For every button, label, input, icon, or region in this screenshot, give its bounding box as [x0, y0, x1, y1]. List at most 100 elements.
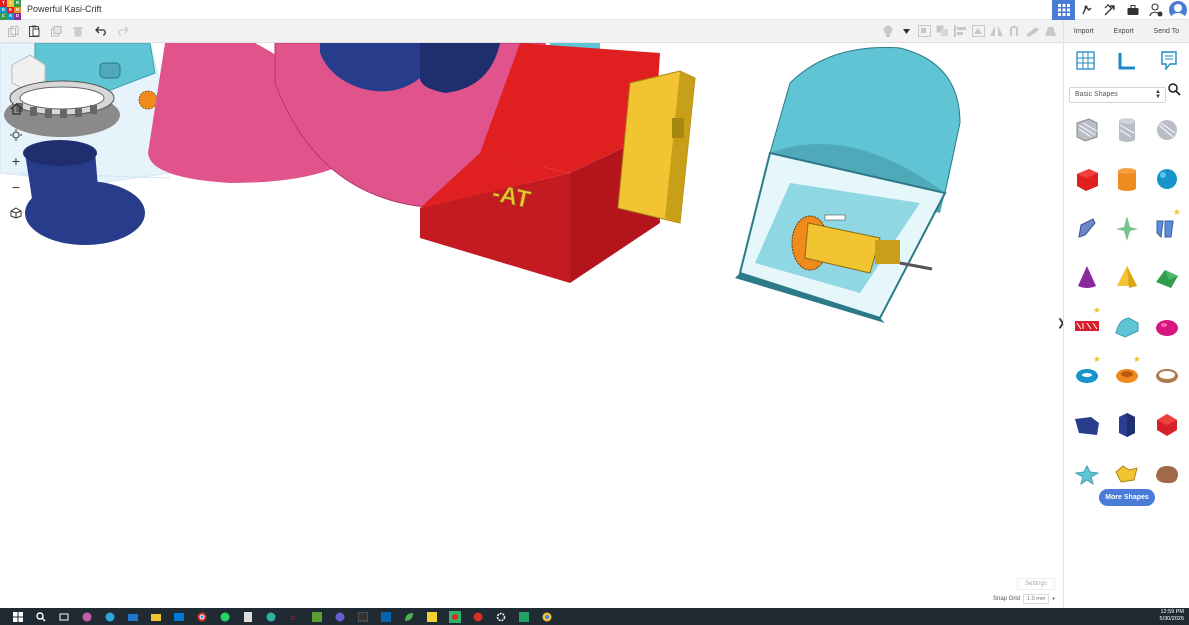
task-view-icon[interactable]: [52, 608, 75, 625]
shape-half-sphere-shape[interactable]: [1147, 302, 1187, 351]
settings-button[interactable]: Settings: [1017, 578, 1055, 590]
system-clock[interactable]: 12:59 PM 5/30/2026: [1160, 609, 1184, 623]
chrome-profile-icon[interactable]: [466, 608, 489, 625]
shape-roof-shape[interactable]: [1147, 253, 1187, 302]
shape-box-shape[interactable]: [1067, 155, 1107, 204]
shape-sphere-hole-shape[interactable]: [1147, 106, 1187, 155]
shape-category-select[interactable]: Basic Shapes ▲ ▼: [1069, 87, 1166, 103]
shape-wedge-shape[interactable]: [1067, 400, 1107, 449]
sticky-notes-icon[interactable]: [420, 608, 443, 625]
shape-sphere-shape[interactable]: [1147, 155, 1187, 204]
user-avatar[interactable]: [1169, 1, 1187, 19]
export-button[interactable]: Export: [1114, 28, 1134, 35]
ruler-icon[interactable]: [1025, 24, 1039, 38]
redo-icon[interactable]: [116, 25, 130, 37]
whatsapp-icon[interactable]: [213, 608, 236, 625]
workplane-icon[interactable]: [1043, 24, 1057, 38]
shape-cone-shape[interactable]: [1067, 253, 1107, 302]
rock-shape-icon: [1156, 465, 1178, 483]
shape-text-shape[interactable]: ★: [1147, 204, 1187, 253]
logo-letter: K: [0, 6, 7, 14]
duplicate-icon[interactable]: [49, 25, 63, 37]
cruise-icon[interactable]: [1007, 24, 1021, 38]
windows-start-icon[interactable]: [6, 608, 29, 625]
shape-scribble-shape[interactable]: [1067, 204, 1107, 253]
outlook-icon[interactable]: [374, 608, 397, 625]
delete-icon[interactable]: [71, 25, 85, 37]
grid-view-icon[interactable]: [1076, 51, 1095, 75]
minecraft-icon[interactable]: [305, 608, 328, 625]
leaf-app-icon[interactable]: [397, 608, 420, 625]
perspective-icon[interactable]: [7, 203, 25, 223]
tinkercad-logo[interactable]: T I N K E R C A D: [0, 0, 21, 20]
3d-design-view-icon[interactable]: [1052, 0, 1075, 20]
scene-3d[interactable]: -AT: [0, 43, 1062, 608]
file-explorer-icon[interactable]: [144, 608, 167, 625]
media-player-icon[interactable]: [328, 608, 351, 625]
settings-gear-icon[interactable]: [489, 608, 512, 625]
terminal-icon[interactable]: [351, 608, 374, 625]
wedge-shape-icon: [1075, 416, 1099, 435]
workplane-canvas[interactable]: -AT + − Settings Snap Grid 1.0 mm ▾: [0, 43, 1062, 608]
paste-icon[interactable]: [27, 25, 41, 37]
briefcase-icon[interactable]: [1121, 0, 1144, 20]
add-user-icon[interactable]: [1144, 0, 1167, 20]
shape-graph-shape[interactable]: [1107, 204, 1147, 253]
blocks-view-icon[interactable]: [1075, 0, 1098, 20]
shape-torus-shape[interactable]: ★: [1067, 351, 1107, 400]
zoom-out-icon[interactable]: −: [7, 177, 25, 197]
app-red-icon[interactable]: c: [282, 608, 305, 625]
align-icon[interactable]: [953, 24, 967, 38]
shape-tube-shape[interactable]: ★: [1107, 351, 1147, 400]
undo-icon[interactable]: [94, 25, 108, 37]
fit-view-icon[interactable]: [7, 125, 25, 145]
shape-box-hole-shape[interactable]: [1067, 106, 1107, 155]
logo-letter: C: [0, 13, 7, 20]
light-dropdown-icon[interactable]: [899, 24, 913, 38]
mail-icon[interactable]: [121, 608, 144, 625]
store-icon[interactable]: [167, 608, 190, 625]
svg-text:c: c: [291, 613, 295, 622]
chrome-icon[interactable]: [190, 608, 213, 625]
snap-grid-select[interactable]: 1.0 mm: [1023, 594, 1050, 604]
search-taskbar-icon[interactable]: [29, 608, 52, 625]
design-title[interactable]: Powerful Kasi-Crift: [27, 4, 102, 14]
shape-pyramid-shape[interactable]: [1107, 253, 1147, 302]
bricks-view-icon[interactable]: [1098, 0, 1121, 20]
mirror-icon[interactable]: [989, 24, 1003, 38]
light-bulb-icon[interactable]: [881, 24, 895, 38]
ungroup-icon[interactable]: [935, 24, 949, 38]
more-shapes-button[interactable]: More Shapes: [1099, 489, 1155, 506]
teams-icon[interactable]: [259, 608, 282, 625]
recorder-icon[interactable]: [443, 608, 466, 625]
edge-browser-icon[interactable]: [98, 608, 121, 625]
copy-icon[interactable]: [6, 25, 20, 37]
copilot-icon[interactable]: [75, 608, 98, 625]
shape-rock-shape[interactable]: [1147, 449, 1187, 498]
shape-icosahedron-shape[interactable]: [1147, 400, 1187, 449]
zoom-in-icon[interactable]: +: [7, 151, 25, 171]
shape-ring-shape[interactable]: [1147, 351, 1187, 400]
snap-grid-control: Snap Grid 1.0 mm ▾: [993, 594, 1055, 604]
clock-date: 5/30/2026: [1159, 616, 1184, 622]
group-icon[interactable]: [917, 24, 931, 38]
select-arrows-icon: ▲ ▼: [1155, 89, 1161, 100]
shape-text-3d-shape[interactable]: ★: [1067, 302, 1107, 351]
shape-round-roof-shape[interactable]: [1107, 302, 1147, 351]
panel-view-icons: [1064, 51, 1189, 75]
chevron-down-icon[interactable]: ▾: [1052, 596, 1055, 602]
edit-toolbar: [0, 20, 1063, 43]
ruler-tool-icon[interactable]: [1118, 51, 1137, 75]
search-icon[interactable]: [1168, 83, 1182, 97]
spreadsheet-icon[interactable]: [512, 608, 535, 625]
shape-cylinder-hole-shape[interactable]: [1107, 106, 1147, 155]
import-button[interactable]: Import: [1074, 28, 1094, 35]
flip-icon[interactable]: [971, 24, 985, 38]
notes-icon[interactable]: [1161, 51, 1177, 75]
shape-cylinder-shape[interactable]: [1107, 155, 1147, 204]
send-to-button[interactable]: Send To: [1154, 28, 1180, 35]
home-view-icon[interactable]: [7, 99, 25, 119]
notepad-icon[interactable]: [236, 608, 259, 625]
shape-polygon-shape[interactable]: [1107, 400, 1147, 449]
chrome-alt-icon[interactable]: [535, 608, 558, 625]
